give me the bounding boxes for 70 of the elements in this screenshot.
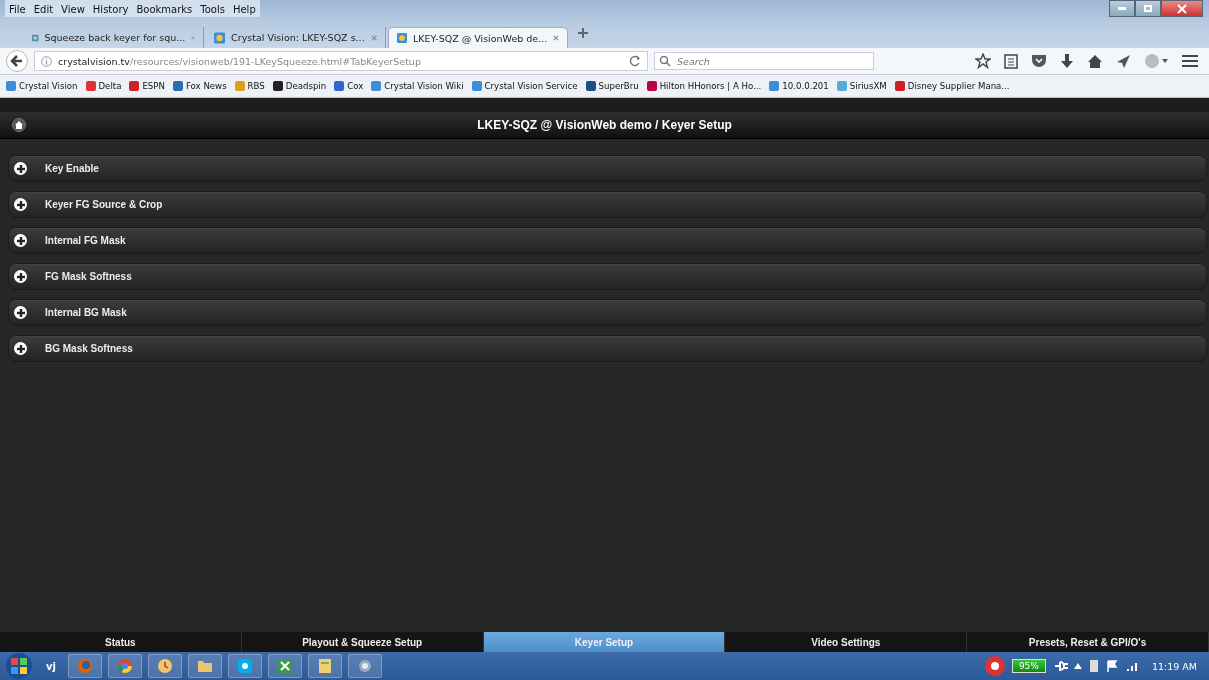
search-field[interactable]: Search bbox=[654, 52, 874, 70]
tray-expand-icon[interactable] bbox=[1073, 663, 1082, 669]
minimize-icon[interactable] bbox=[1109, 0, 1135, 17]
search-icon bbox=[659, 55, 671, 67]
clock-icon[interactable] bbox=[147, 654, 182, 678]
clipboard-icon[interactable] bbox=[1004, 53, 1018, 69]
expand-icon[interactable] bbox=[14, 270, 27, 283]
bookmark-item[interactable]: Deadspin bbox=[272, 81, 327, 91]
clock-text[interactable]: 11:19 AM bbox=[1145, 660, 1203, 672]
network-icon[interactable] bbox=[347, 654, 382, 678]
page-title: LKEY-SQZ @ VisionWeb demo / Keyer Setup bbox=[476, 118, 733, 132]
chrome-icon[interactable] bbox=[107, 654, 142, 678]
site-icon bbox=[214, 30, 226, 45]
accordion-header[interactable]: Key Enable bbox=[8, 155, 1207, 182]
menu-item[interactable]: History bbox=[92, 4, 129, 15]
bookmark-item[interactable]: 10.0.0.201 bbox=[769, 81, 829, 91]
skype-icon[interactable] bbox=[227, 654, 262, 678]
taskbar-label: vj bbox=[46, 660, 56, 672]
browser-tab[interactable]: LKEY-SQZ @ VisionWeb de... bbox=[388, 27, 568, 48]
signal-icon[interactable] bbox=[1125, 660, 1140, 672]
close-icon[interactable] bbox=[1161, 0, 1203, 17]
menu-item[interactable]: Help bbox=[232, 4, 256, 15]
send-icon[interactable] bbox=[1116, 53, 1131, 69]
menu-item[interactable]: File bbox=[9, 4, 26, 15]
bookmark-item[interactable]: Disney Supplier Mana... bbox=[894, 81, 1010, 91]
bookmark-item[interactable]: Cox bbox=[334, 81, 364, 91]
back-icon[interactable] bbox=[6, 50, 28, 72]
menu-item[interactable]: View bbox=[61, 4, 85, 15]
spreadsheet-icon[interactable] bbox=[267, 654, 302, 678]
accordion-header[interactable]: Internal FG Mask bbox=[8, 227, 1207, 254]
document-icon[interactable] bbox=[307, 654, 342, 678]
bookmark-item[interactable]: RBS bbox=[234, 81, 265, 91]
device-icon[interactable] bbox=[1087, 659, 1100, 673]
accordion-header[interactable]: BG Mask Softness bbox=[8, 335, 1207, 362]
pocket-icon[interactable] bbox=[1031, 54, 1047, 68]
home-button[interactable] bbox=[12, 118, 26, 132]
bookmark-item[interactable]: Crystal Vision Wiki bbox=[371, 81, 464, 91]
bookmark-item[interactable]: ESPN bbox=[129, 81, 165, 91]
home-icon[interactable] bbox=[1087, 53, 1103, 69]
extension-icon[interactable] bbox=[1144, 53, 1168, 69]
flag-icon[interactable] bbox=[1105, 660, 1120, 672]
accordion-header[interactable]: Keyer FG Source & Crop bbox=[8, 191, 1207, 218]
address-field[interactable]: crystalvision.tv/resources/visionweb/191-LKeySqueeze.html#TabKeyerSetup bbox=[34, 51, 648, 71]
expand-icon[interactable] bbox=[14, 198, 27, 211]
bookmark-item[interactable]: Crystal Vision bbox=[6, 81, 78, 91]
site-icon bbox=[397, 31, 408, 45]
bookmark-item[interactable]: Crystal Vision Service bbox=[471, 81, 578, 91]
folder-icon[interactable] bbox=[187, 654, 222, 678]
accordion-header[interactable]: FG Mask Softness bbox=[8, 263, 1207, 290]
expand-icon[interactable] bbox=[14, 162, 27, 175]
menu-item[interactable]: Bookmarks bbox=[136, 4, 193, 15]
maximize-icon[interactable] bbox=[1135, 0, 1161, 17]
expand-icon[interactable] bbox=[14, 234, 27, 247]
expand-icon[interactable] bbox=[14, 342, 27, 355]
bookmark-item[interactable]: SiriusXM bbox=[836, 81, 887, 91]
download-icon[interactable] bbox=[1060, 53, 1074, 69]
reload-icon[interactable] bbox=[629, 55, 641, 67]
star-icon[interactable] bbox=[975, 53, 991, 69]
bookmark-item[interactable]: Hilton HHonors | A Ho... bbox=[646, 81, 762, 91]
accordion-header[interactable]: Internal BG Mask bbox=[8, 299, 1207, 326]
tray-app-icon[interactable] bbox=[983, 655, 1006, 677]
start-button[interactable] bbox=[6, 653, 32, 679]
bookmark-item[interactable]: SuperBru bbox=[585, 81, 639, 91]
close-icon[interactable] bbox=[553, 34, 559, 42]
menu-item[interactable]: Edit bbox=[33, 4, 54, 15]
bookmark-item[interactable]: Fox News bbox=[172, 81, 227, 91]
menu-item[interactable]: Tools bbox=[200, 4, 225, 15]
menu-icon[interactable] bbox=[1181, 54, 1199, 68]
bookmark-item[interactable]: Delta bbox=[85, 81, 122, 91]
expand-icon[interactable] bbox=[14, 306, 27, 319]
